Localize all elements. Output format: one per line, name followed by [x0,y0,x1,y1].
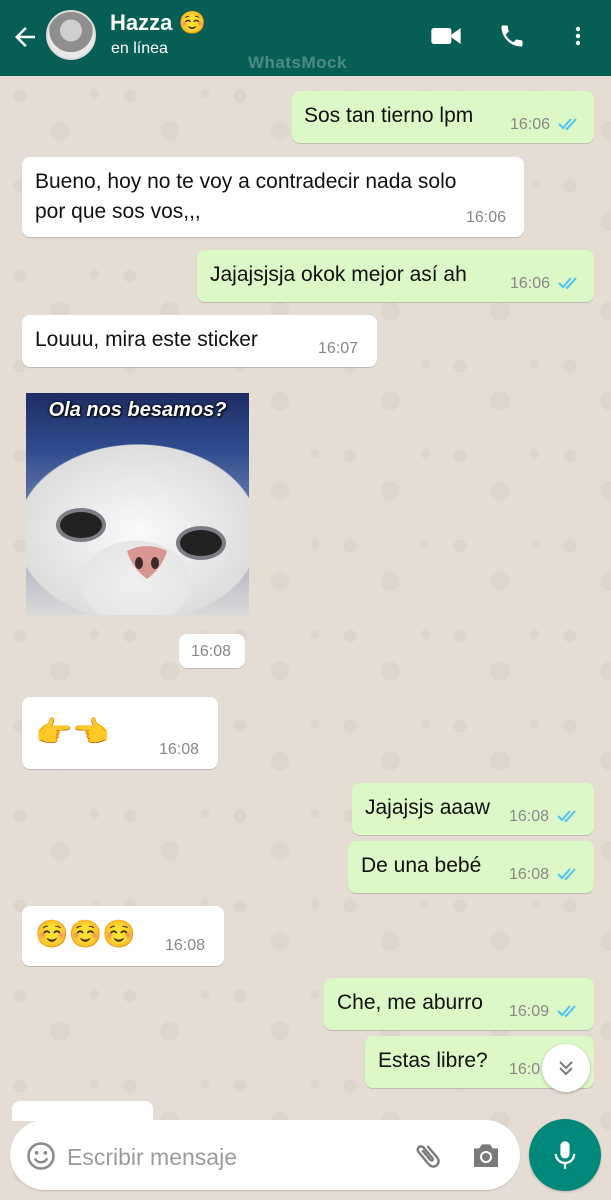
microphone-icon [554,1141,576,1169]
message-time: 16:06 [510,116,551,133]
chevron-double-down-icon [559,1061,573,1076]
attach-icon[interactable] [412,1140,444,1172]
message-text: ☺️☺️☺️ [35,919,136,949]
read-ticks-icon [557,1005,576,1018]
scroll-to-bottom-button[interactable] [542,1044,590,1092]
sticker-eye-right [176,526,226,560]
more-vert-icon[interactable] [566,22,590,50]
sticker-eye-left [56,508,106,542]
message-text: Estas libre? [378,1049,488,1072]
contact-status: en línea [111,40,168,57]
message-time: 16:08 [509,808,550,825]
avatar[interactable] [46,10,96,60]
message-bubble-outgoing[interactable]: De una bebé 16:08 [348,841,594,893]
read-ticks-icon [558,118,577,131]
watermark: WhatsMock [248,53,347,72]
message-bubble-outgoing[interactable]: Jajajsjs aaaw 16:08 [352,783,594,835]
sticker-nose [127,546,167,579]
read-ticks-icon [557,868,576,881]
message-text: De una bebé [361,854,482,877]
message-text: Jajajsjs aaaw [365,796,490,819]
sticker-image[interactable]: Ola nos besamos? [26,393,249,615]
message-time: 16:06 [466,209,507,226]
message-bubble-incoming[interactable]: 👉👈 16:08 [22,697,218,769]
message-text: Sos tan tierno lpm [304,104,474,127]
message-text: Jajajsjsja okok mejor así ah [210,263,467,286]
read-ticks-icon [557,810,576,823]
emoji-icon[interactable] [26,1141,56,1171]
message-text: Louuu, mira este sticker [35,328,258,351]
message-bubble-incoming[interactable]: Louuu, mira este sticker 16:07 [22,315,377,367]
message-time: 16:06 [510,275,551,292]
message-time: 16:08 [159,741,200,758]
message-bubble-outgoing[interactable]: Sos tan tierno lpm 16:06 [292,91,594,143]
message-time: 16:09 [509,1003,550,1020]
message-bubble-outgoing[interactable]: Che, me aburro 16:09 [324,978,594,1030]
message-bubble-incoming-partial [12,1101,153,1121]
message-input-bar[interactable]: Escribir mensaje [10,1120,520,1190]
chat-header: Hazza ☺️ en línea WhatsMock [0,0,611,76]
read-ticks-icon [558,277,577,290]
message-bubble-outgoing[interactable]: Jajajsjsja okok mejor así ah 16:06 [197,250,594,302]
message-text-line-1: Bueno, hoy no te voy a contradecir nada … [35,170,457,193]
message-time: 16:08 [509,866,550,883]
message-input[interactable]: Escribir mensaje [67,1144,237,1171]
message-bubble-incoming[interactable]: Bueno, hoy no te voy a contradecir nada … [22,157,524,237]
message-text: 👉👈 [35,716,110,749]
message-time: 16:0 [509,1061,541,1078]
message-time: 16:07 [318,340,359,357]
camera-icon[interactable] [470,1140,502,1170]
sticker-time-badge: 16:08 [179,634,245,668]
contact-name[interactable]: Hazza ☺️ [110,10,206,36]
video-call-icon[interactable] [430,24,462,48]
message-time: 16:08 [165,937,206,954]
message-text: Che, me aburro [337,991,483,1014]
chat-background [0,76,611,1200]
message-text-line-2: por que sos vos,,, [35,200,201,223]
message-bubble-incoming[interactable]: ☺️☺️☺️ 16:08 [22,906,224,966]
back-arrow-icon[interactable] [10,22,40,52]
sticker-caption: Ola nos besamos? [48,399,227,421]
phone-icon[interactable] [498,22,526,50]
voice-message-button[interactable] [529,1119,601,1191]
message-time: 16:08 [191,643,232,660]
